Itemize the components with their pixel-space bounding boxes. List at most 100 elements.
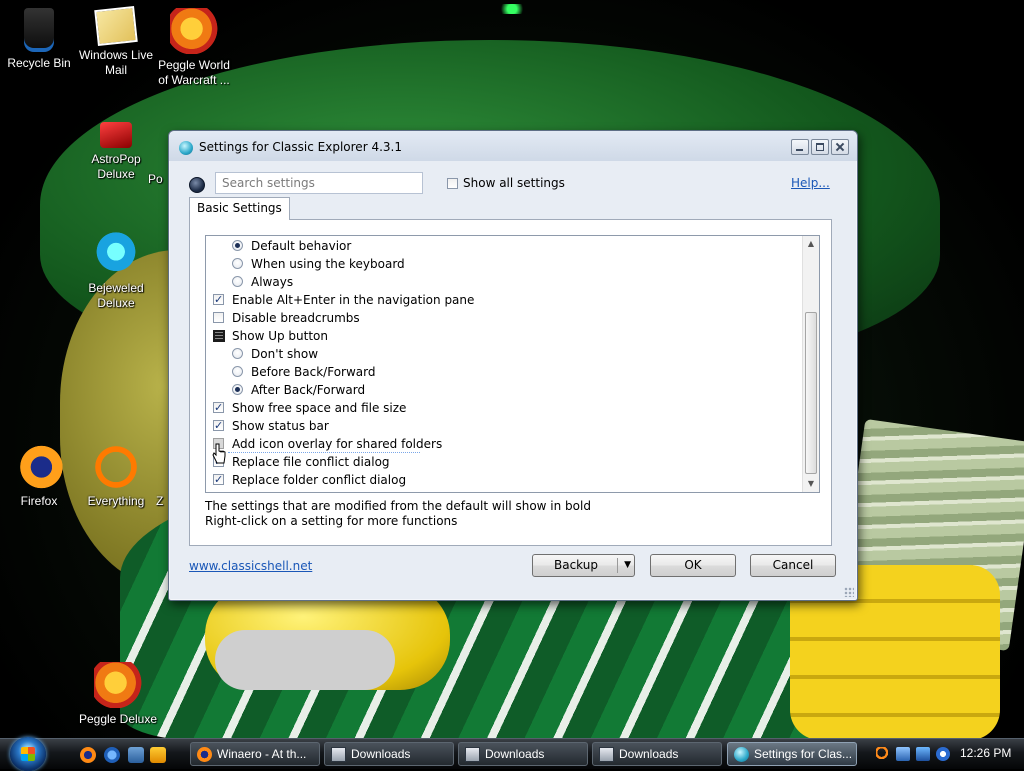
setting-checkbox-row[interactable]: Enable Alt+Enter in the navigation pane [206,291,796,309]
search-icon[interactable] [876,747,890,761]
setting-radio-row[interactable]: Default behavior [206,237,796,255]
setting-label: Show status bar [232,419,329,433]
group-settings-icon [213,330,225,342]
task-label: Downloads [485,747,545,761]
setting-radio-row[interactable]: When using the keyboard [206,255,796,273]
hand-cursor-icon [212,443,226,464]
setting-checkbox-row[interactable]: Replace file conflict dialog [206,453,796,471]
setting-label: Show free space and file size [232,401,407,415]
split-divider [617,558,618,573]
radio-button[interactable] [232,276,243,287]
setting-radio-row[interactable]: Before Back/Forward [206,363,796,381]
search-icon [189,177,205,193]
scroll-up-arrow-icon[interactable]: ▲ [803,236,819,252]
task-button[interactable]: Winaero - At th... [190,742,320,766]
setting-label: When using the keyboard [251,257,405,271]
backup-button[interactable]: Backup ▼ [532,554,635,577]
desktop-icon-peggle-deluxe[interactable]: Peggle Deluxe [78,662,158,727]
task-button[interactable]: Downloads [324,742,454,766]
settings-tree[interactable]: Replace folder conflict dialog Replace fi… [205,235,820,493]
radio-button[interactable] [232,348,243,359]
dropdown-arrow-icon[interactable]: ▼ [624,555,631,576]
firefox-icon[interactable] [80,747,96,763]
bejeweled-icon [92,231,140,277]
desktop-icon-windows-live-mail[interactable]: Windows Live Mail [78,6,154,78]
setting-radio-row[interactable]: Don't show [206,345,796,363]
folder-icon [465,747,480,762]
setting-label: Disable breadcrumbs [232,311,360,325]
desktop-icon-firefox[interactable]: Firefox [1,444,77,509]
firefox-icon [197,747,212,762]
desktop-icon-label: of Warcraft ... [158,73,230,87]
desktop-icon-label: Firefox [20,494,58,508]
setting-radio-row[interactable]: Always [206,273,796,291]
close-button[interactable] [831,139,849,155]
tab-basic-settings[interactable]: Basic Settings [189,197,290,220]
display-icon[interactable] [916,747,930,761]
info-icon[interactable] [936,747,950,761]
classic-explorer-icon [734,747,749,762]
wallpaper-cuff [215,630,395,690]
desktop-icon-bejeweled[interactable]: Bejeweled Deluxe [78,231,154,311]
show-all-settings-checkbox[interactable] [447,178,458,189]
cancel-button[interactable]: Cancel [750,554,836,577]
checkbox[interactable] [213,417,224,435]
desktop-icon-label: Windows Live [78,48,154,62]
maximize-button[interactable] [811,139,829,155]
desktop-icon-label: Peggle Deluxe [78,712,158,726]
setting-label: Replace file conflict dialog [232,455,390,469]
task-label: Settings for Clas... [754,747,853,761]
setting-checkbox-row[interactable]: Add icon overlay for shared folders [206,435,796,453]
checkbox[interactable] [213,471,224,489]
desktop-icon-label: AstroPop [91,152,141,166]
internet-explorer-icon[interactable] [104,747,120,763]
checkbox[interactable] [213,291,224,309]
desktop-icon-astropop[interactable]: AstroPop Deluxe [78,122,154,182]
settings-dialog: Settings for Classic Explorer 4.3.1 Sear… [168,130,858,601]
title-bar[interactable]: Settings for Classic Explorer 4.3.1 [169,131,857,161]
radio-button[interactable] [232,366,243,377]
clock[interactable]: 12:26 PM [960,746,1011,760]
task-button-active[interactable]: Settings for Clas... [727,742,857,766]
scrollbar[interactable]: ▲ ▼ [802,236,819,492]
show-desktop-icon[interactable] [128,747,144,763]
radio-button[interactable] [232,258,243,269]
media-player-icon[interactable] [150,747,166,763]
desktop-icon-everything[interactable]: Everything [78,444,154,509]
scroll-down-arrow-icon[interactable]: ▼ [803,476,819,492]
checkbox[interactable] [213,312,224,323]
setting-checkbox-row[interactable]: Disable breadcrumbs [206,309,796,327]
radio-button[interactable] [232,240,243,251]
hover-underline [228,452,420,453]
radio-button[interactable] [232,384,243,395]
wallpaper-glow [497,4,527,14]
start-button[interactable] [10,737,46,771]
network-icon[interactable] [896,747,910,761]
setting-checkbox-row[interactable]: Replace folder conflict dialog [206,471,796,489]
scroll-thumb[interactable] [805,312,817,474]
search-input[interactable]: Search settings [215,172,423,194]
everything-icon [92,444,140,490]
ok-button[interactable]: OK [650,554,736,577]
setting-group-row[interactable]: Show Up button [206,327,796,345]
setting-checkbox-row[interactable]: Show free space and file size [206,399,796,417]
task-button[interactable]: Downloads [592,742,722,766]
setting-checkbox-row[interactable]: Show status bar [206,417,796,435]
task-label: Downloads [351,747,411,761]
desktop-icon-label: Deluxe [97,296,135,310]
resize-grip-icon[interactable] [844,587,854,597]
classicshell-website-link[interactable]: www.classicshell.net [189,559,312,573]
caption-buttons [791,139,849,155]
desktop-icon-recycle-bin[interactable]: Recycle Bin [1,8,77,71]
task-button[interactable]: Downloads [458,742,588,766]
backup-button-label: Backup [554,558,598,572]
desktop-icon-peggle-wow[interactable]: Peggle World of Warcraft ... [156,8,232,88]
minimize-button[interactable] [791,139,809,155]
game-icon [155,122,165,168]
help-link[interactable]: Help... [791,176,830,190]
checkbox[interactable] [213,399,224,417]
setting-label: Replace folder conflict dialog [232,473,407,487]
setting-radio-row[interactable]: After Back/Forward [206,381,796,399]
peggle-icon [94,662,142,708]
windows-live-mail-icon [94,6,138,46]
